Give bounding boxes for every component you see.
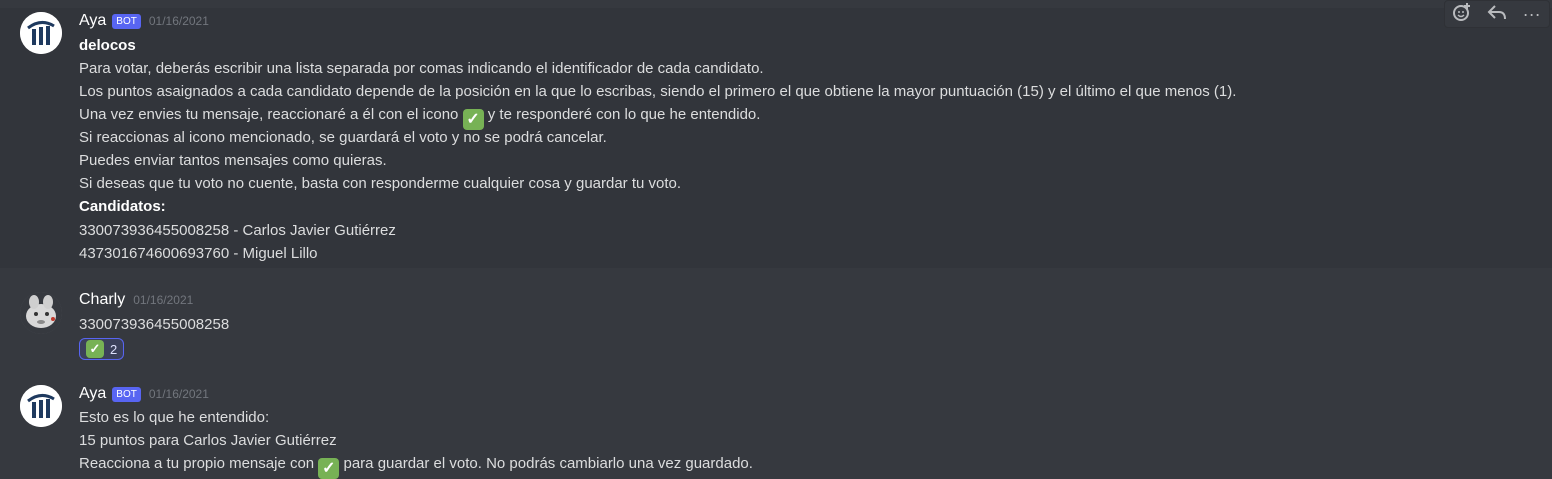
message-line: Los puntos asaignados a cada candidato d… bbox=[79, 83, 1237, 100]
message-text: Reacciona a tu propio mensaje con bbox=[79, 455, 315, 472]
message-line: Para votar, deberás escribir una lista s… bbox=[79, 60, 764, 77]
message-line: Esto es lo que he entendido: bbox=[79, 409, 270, 426]
candidate-line: 437301674600693760 - Miguel Lillo bbox=[79, 245, 318, 262]
aya-avatar[interactable] bbox=[20, 385, 62, 427]
bot-tag: BOT bbox=[112, 386, 141, 402]
message-text: para guardar el voto. No podrás cambiarl… bbox=[343, 455, 753, 472]
message-line: Reacciona a tu propio mensaje con ✓ para… bbox=[79, 452, 753, 479]
username[interactable]: Aya bbox=[79, 12, 106, 30]
timestamp: 01/16/2021 bbox=[133, 293, 194, 307]
message-title: delocos bbox=[79, 37, 136, 54]
aya-avatar[interactable] bbox=[20, 12, 62, 54]
message-text: y te responderé con lo que he entendido. bbox=[487, 106, 761, 123]
message-content: 330073936455008258 bbox=[79, 316, 230, 333]
more-icon[interactable]: ··· bbox=[1517, 4, 1547, 25]
add-reaction-icon[interactable] bbox=[1447, 2, 1477, 27]
reply-icon[interactable] bbox=[1482, 2, 1512, 27]
message-line: 15 puntos para Carlos Javier Gutiérrez bbox=[79, 432, 337, 449]
username[interactable]: Aya bbox=[79, 385, 106, 403]
message-header: Aya BOT 01/16/2021 bbox=[79, 10, 209, 32]
message-header: Charly 01/16/2021 bbox=[79, 289, 193, 311]
username[interactable]: Charly bbox=[79, 291, 125, 309]
check-emoji-icon: ✓ bbox=[86, 340, 104, 358]
timestamp: 01/16/2021 bbox=[148, 387, 209, 401]
timestamp: 01/16/2021 bbox=[148, 14, 209, 28]
message-line: Una vez envies tu mensaje, reaccionaré a… bbox=[79, 103, 761, 130]
message-header: Aya BOT 01/16/2021 bbox=[79, 383, 209, 405]
candidates-heading: Candidatos: bbox=[79, 198, 166, 215]
reaction-count: 2 bbox=[110, 341, 118, 357]
candidate-line: 330073936455008258 - Carlos Javier Gutié… bbox=[79, 222, 396, 239]
message-line: Puedes enviar tantos mensajes como quier… bbox=[79, 152, 387, 169]
message-text: Una vez envies tu mensaje, reaccionaré a… bbox=[79, 106, 459, 123]
message-line: Si reaccionas al icono mencionado, se gu… bbox=[79, 129, 607, 146]
reaction-button[interactable]: ✓ 2 bbox=[79, 338, 125, 360]
message-line: Si deseas que tu voto no cuente, basta c… bbox=[79, 175, 682, 192]
charly-avatar[interactable] bbox=[20, 292, 62, 334]
bot-tag: BOT bbox=[112, 13, 141, 29]
message-toolbar: ··· bbox=[1444, 0, 1550, 28]
